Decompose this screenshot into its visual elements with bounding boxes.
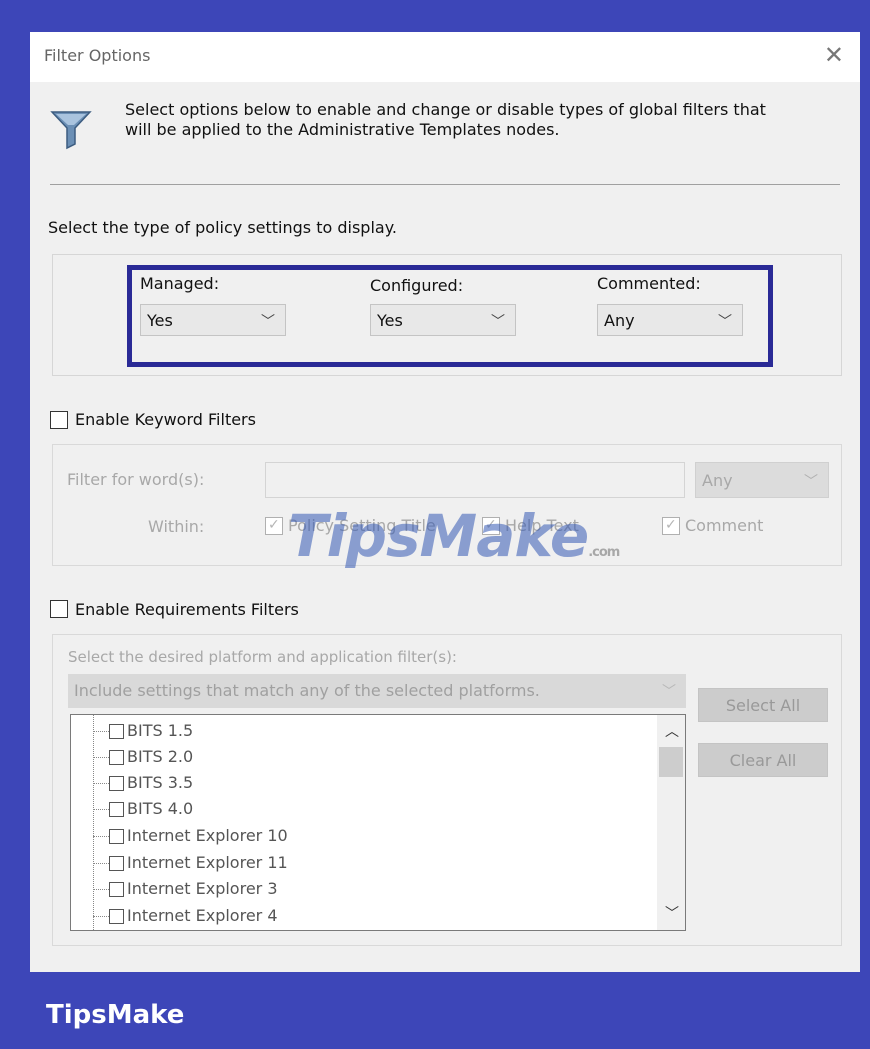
- dialog-title: Filter Options: [44, 46, 151, 65]
- chevron-down-icon: ﹀: [662, 684, 676, 700]
- watermark-text: TipsMake: [288, 502, 589, 570]
- platform-label: BITS 1.5: [127, 721, 194, 740]
- highlight-box: [127, 265, 773, 367]
- clear-all-button[interactable]: Clear All: [698, 743, 828, 777]
- platform-label: Internet Explorer 11: [127, 853, 288, 872]
- comment-label: Comment: [685, 516, 764, 535]
- enable-keyword-filters-checkbox[interactable]: [50, 411, 68, 429]
- enable-requirements-filters-label: Enable Requirements Filters: [75, 600, 299, 619]
- list-item[interactable]: Internet Explorer 4: [71, 903, 651, 929]
- platform-match-value: Include settings that match any of the s…: [74, 681, 540, 700]
- chevron-down-icon: ﹀: [804, 474, 818, 490]
- platform-checkbox[interactable]: [109, 724, 124, 739]
- list-item[interactable]: BITS 3.5: [71, 770, 651, 796]
- chevron-down-icon[interactable]: ﹀: [665, 903, 679, 923]
- divider: [50, 184, 840, 185]
- keyword-match-dropdown[interactable]: Any ﹀: [695, 462, 829, 498]
- platform-label: Internet Explorer 4: [127, 906, 278, 925]
- platform-label: Internet Explorer 3: [127, 879, 278, 898]
- keyword-match-value: Any: [702, 471, 733, 490]
- intro-text: Select options below to enable and chang…: [125, 100, 766, 139]
- brand-caption: TipsMake: [46, 1000, 185, 1030]
- policy-type-label: Select the type of policy settings to di…: [48, 218, 397, 237]
- list-item[interactable]: BITS 4.0: [71, 796, 651, 822]
- list-item[interactable]: Internet Explorer 3: [71, 876, 651, 902]
- select-all-button[interactable]: Select All: [698, 688, 828, 722]
- platform-label: BITS 4.0: [127, 799, 194, 818]
- filter-funnel-icon: [50, 111, 92, 150]
- list-scrollbar[interactable]: ︿ ﹀: [657, 715, 685, 930]
- platform-checkbox[interactable]: [109, 750, 124, 765]
- filter-words-input[interactable]: [265, 462, 685, 498]
- title-bar: Filter Options ✕: [30, 32, 860, 82]
- enable-keyword-filters-label: Enable Keyword Filters: [75, 410, 256, 429]
- platform-checkbox[interactable]: [109, 909, 124, 924]
- platform-list: BITS 1.5 BITS 2.0 BITS 3.5 BITS 4.0 Inte…: [70, 714, 686, 931]
- platform-checkbox[interactable]: [109, 829, 124, 844]
- list-item[interactable]: BITS 2.0: [71, 744, 651, 770]
- comment-checkbox[interactable]: ✓: [662, 517, 680, 535]
- filter-words-label: Filter for word(s):: [67, 470, 205, 489]
- platform-checkbox[interactable]: [109, 776, 124, 791]
- platform-filter-label: Select the desired platform and applicat…: [68, 648, 457, 666]
- platform-label: Internet Explorer 10: [127, 826, 288, 845]
- scroll-thumb[interactable]: [659, 747, 683, 777]
- watermark-suffix: .com: [588, 545, 620, 560]
- within-label: Within:: [148, 517, 205, 536]
- platform-checkbox[interactable]: [109, 802, 124, 817]
- platform-label: BITS 3.5: [127, 773, 194, 792]
- platform-match-dropdown[interactable]: Include settings that match any of the s…: [68, 674, 686, 708]
- list-item[interactable]: Internet Explorer 10: [71, 823, 651, 849]
- filter-options-dialog: Filter Options ✕ Select options below to…: [30, 32, 860, 972]
- policy-setting-title-checkbox[interactable]: ✓: [265, 517, 283, 535]
- chevron-up-icon[interactable]: ︿: [665, 721, 679, 741]
- list-item[interactable]: BITS 1.5: [71, 718, 651, 744]
- platform-label: BITS 2.0: [127, 747, 194, 766]
- enable-requirements-filters-checkbox[interactable]: [50, 600, 68, 618]
- watermark: TipsMake.com: [288, 502, 620, 570]
- platform-checkbox[interactable]: [109, 856, 124, 871]
- close-icon[interactable]: ✕: [824, 41, 844, 69]
- platform-checkbox[interactable]: [109, 882, 124, 897]
- list-item[interactable]: Internet Explorer 11: [71, 850, 651, 876]
